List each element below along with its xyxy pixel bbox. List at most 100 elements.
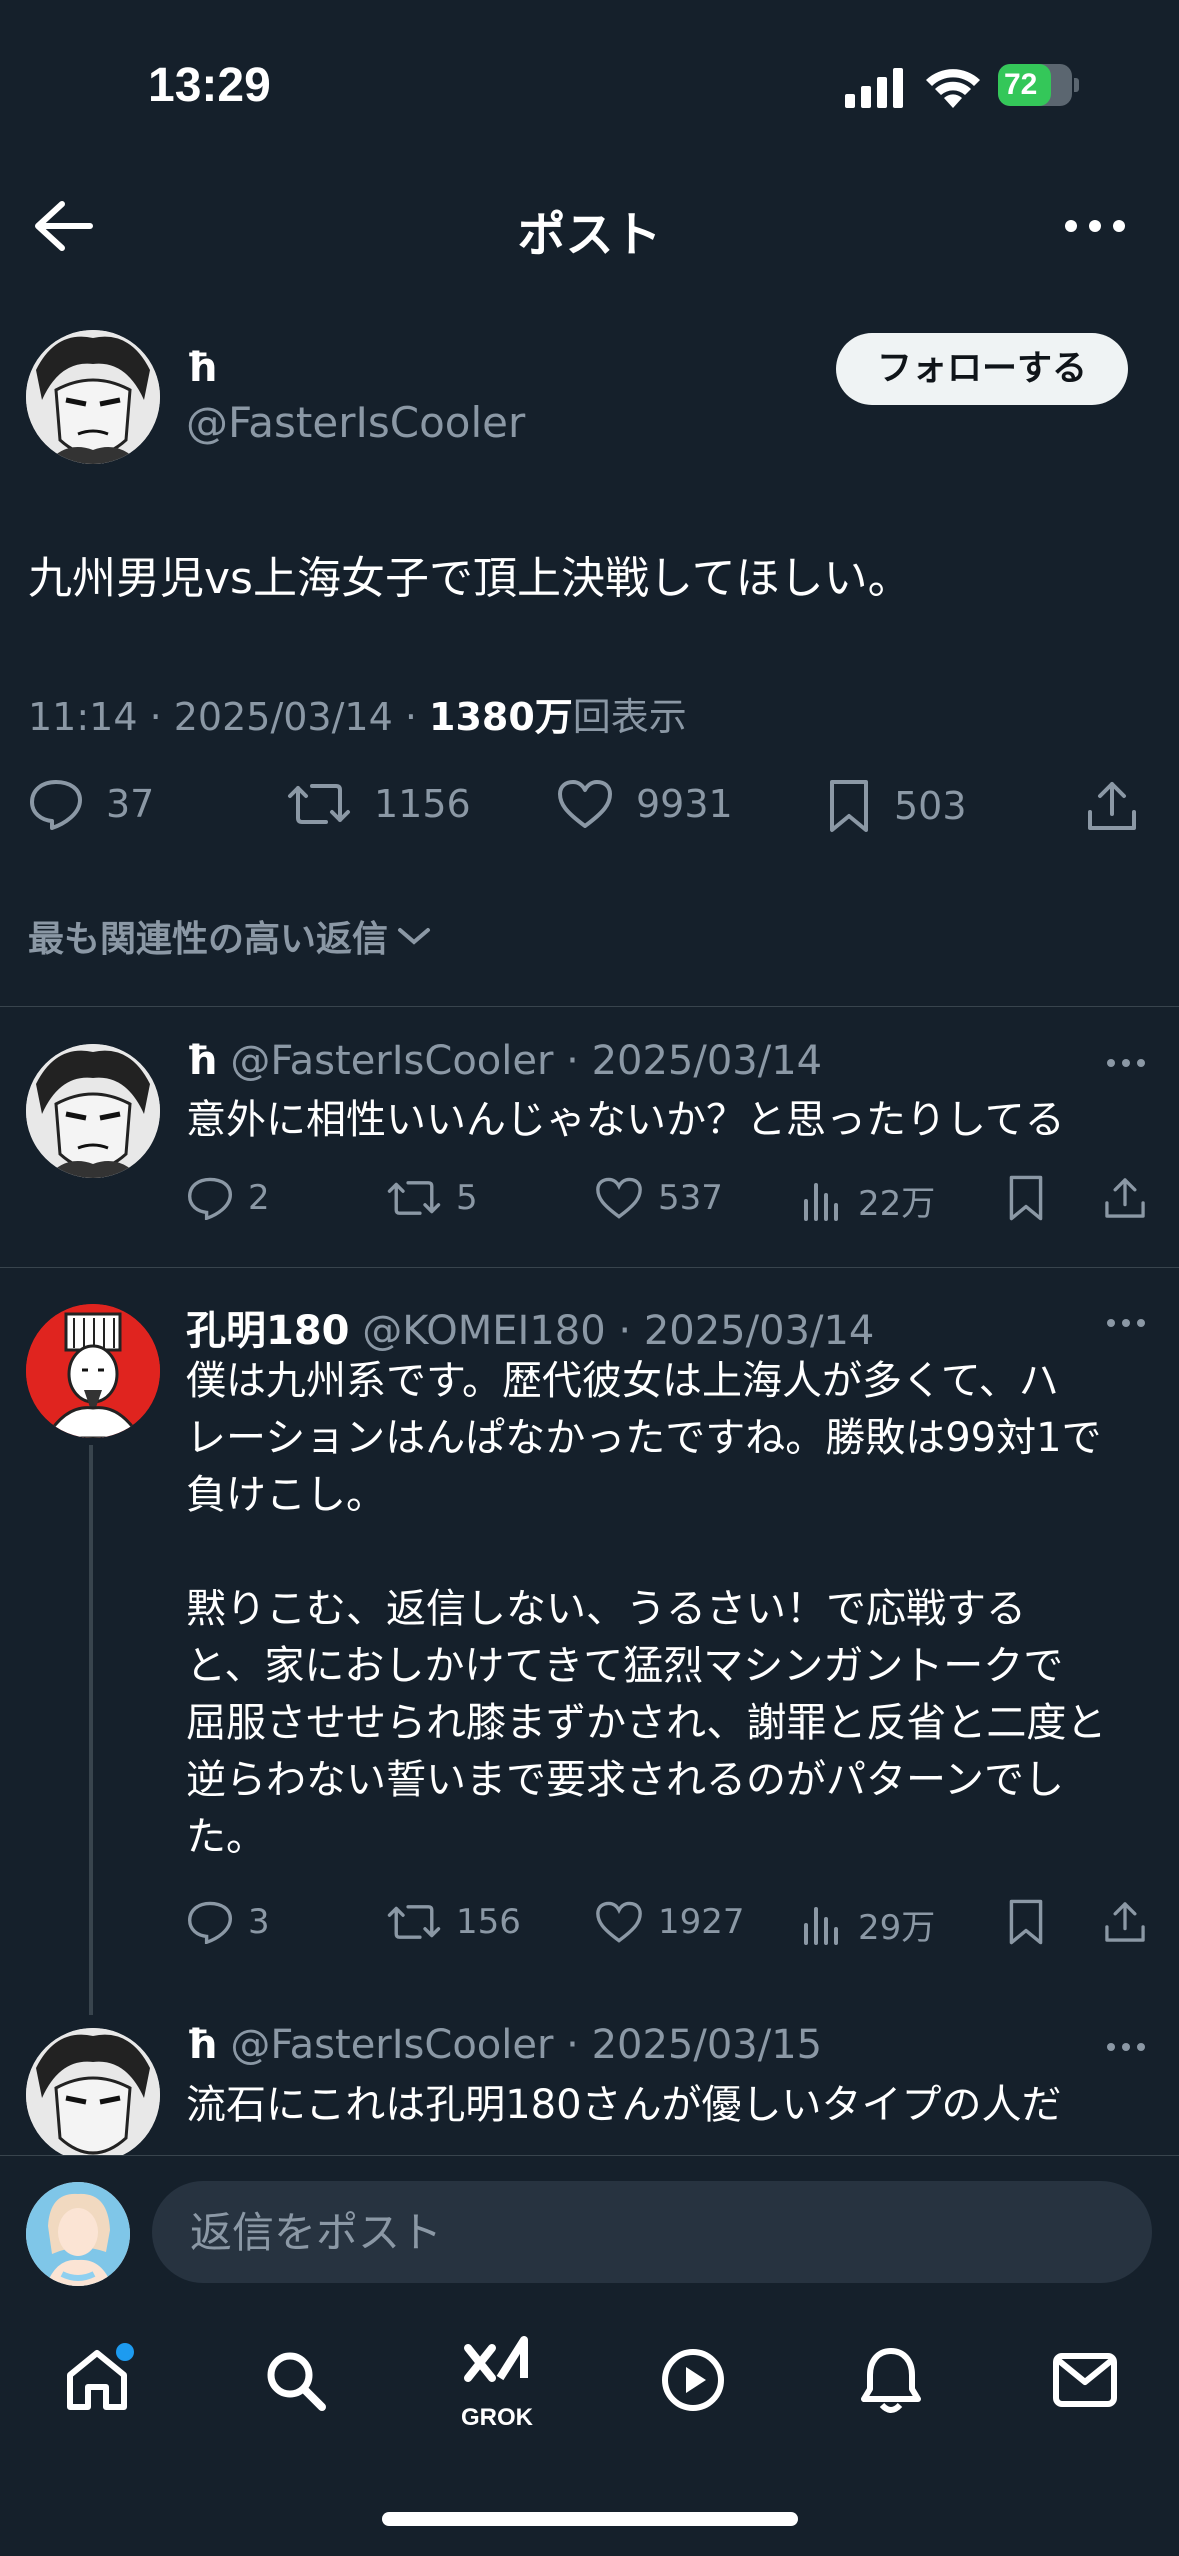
reply-icon: [187, 1901, 233, 1944]
bookmark-icon: [1009, 1175, 1043, 1221]
author-handle[interactable]: @FasterIsCooler: [186, 398, 525, 447]
page-title: ポスト: [517, 207, 662, 263]
like-button[interactable]: 9931: [556, 778, 733, 830]
post-timestamp: 11:14 · 2025/03/14 ·: [28, 695, 430, 739]
reply-author-handle[interactable]: @FasterIsCooler: [230, 2022, 553, 2068]
like-count: 537: [658, 1178, 723, 1218]
share-icon: [1105, 1902, 1145, 1942]
reply-text: 僕は九州系です。歴代彼女は上海人が多くて、ハ レーションはんぱなかったですね。勝…: [186, 1353, 1106, 1866]
post-text: 九州男児vs上海女子で頂上決戦してほしい。: [28, 553, 912, 604]
reply-date: · 2025/03/14: [566, 1038, 823, 1084]
more-options-icon[interactable]: [1060, 208, 1130, 244]
reply-text-line: 屈服させせられ膝まずかされ、謝罪と反省と二度と: [186, 1700, 1107, 1746]
post-meta: 11:14 · 2025/03/14 · 1380万回表示: [28, 686, 687, 741]
tab-messages[interactable]: [1040, 2330, 1130, 2430]
reply-count: 2: [248, 1178, 270, 1218]
reply-button[interactable]: 3: [186, 1900, 270, 1944]
share-button[interactable]: [1084, 778, 1140, 834]
manga-face-avatar-icon: [26, 1044, 160, 1178]
reply-author-name[interactable]: 孔明180: [186, 1308, 350, 1354]
reply-input[interactable]: [152, 2181, 1152, 2283]
avatar[interactable]: [26, 1044, 160, 1178]
reply-text-line: 僕は九州系です。歴代彼女は上海人が多くて、ハ: [186, 1358, 1059, 1404]
avatar[interactable]: [26, 1304, 160, 1438]
bookmark-count: 503: [894, 784, 967, 828]
reply-text-line: レーションはんぱなかったですね。勝敗は99対1で: [186, 1415, 1102, 1461]
tab-search[interactable]: [250, 2330, 340, 2430]
reply-author-name[interactable]: ħ: [186, 1038, 218, 1084]
reply-count: 3: [248, 1902, 270, 1942]
more-options-icon[interactable]: [1104, 2040, 1148, 2054]
repost-icon: [288, 784, 350, 824]
share-button[interactable]: [1102, 1174, 1148, 1222]
kongming-avatar-icon: [26, 1304, 160, 1438]
divider: [0, 1267, 1179, 1268]
notification-dot: [116, 2343, 134, 2361]
status-time: 13:29: [148, 59, 271, 112]
more-options-icon[interactable]: [1104, 1056, 1148, 1070]
analytics-icon: [804, 1906, 838, 1945]
like-count: 1927: [658, 1902, 745, 1942]
reply-text-line: 逆らわない誓いまで要求されるのがパターンでし: [186, 1757, 1064, 1803]
repost-icon: [387, 1181, 441, 1215]
views-button[interactable]: 29万: [800, 1900, 935, 1949]
tab-notifications[interactable]: [846, 2330, 936, 2430]
reply-date: · 2025/03/15: [566, 2022, 823, 2068]
like-button[interactable]: 537: [594, 1176, 723, 1220]
reply-button[interactable]: 2: [186, 1176, 270, 1220]
mail-icon: [1053, 2353, 1117, 2407]
bookmark-button[interactable]: [1006, 1898, 1046, 1946]
repost-button[interactable]: 156: [386, 1900, 521, 1944]
bookmark-icon: [1009, 1899, 1043, 1945]
wifi-icon: [926, 69, 980, 108]
heart-icon: [596, 1901, 642, 1943]
views-button[interactable]: 22万: [800, 1176, 935, 1225]
reply-sort-label: 最も関連性の高い返信: [28, 919, 389, 960]
reply-author-handle[interactable]: @FasterIsCooler: [230, 1038, 553, 1084]
thread-line: [89, 1445, 93, 2015]
manga-face-avatar-icon: [26, 2028, 160, 2162]
bookmark-button[interactable]: 503: [826, 778, 967, 834]
repost-icon: [387, 1905, 441, 1939]
grok-icon: [464, 2336, 528, 2382]
reply-header: ħ @FasterIsCooler · 2025/03/15: [186, 2022, 822, 2068]
reply-author-handle[interactable]: @KOMEI180: [362, 1308, 605, 1354]
avatar[interactable]: [26, 330, 160, 464]
reply-text-line: と、家におしかけてきて猛烈マシンガントークで: [186, 1643, 1064, 1689]
repost-button[interactable]: 5: [386, 1176, 478, 1220]
repost-count: 156: [456, 1902, 521, 1942]
share-icon: [1088, 782, 1136, 830]
avatar[interactable]: [26, 2028, 160, 2162]
like-button[interactable]: 1927: [594, 1900, 745, 1944]
reply-date: · 2025/03/14: [618, 1308, 875, 1354]
reply-text-line: た。: [186, 1814, 266, 1860]
share-button[interactable]: [1102, 1898, 1148, 1946]
chevron-down-icon: [398, 928, 431, 945]
reply-header: ħ @FasterIsCooler · 2025/03/14: [186, 1038, 822, 1084]
reply-header: 孔明180 @KOMEI180 · 2025/03/14: [186, 1298, 874, 1356]
analytics-icon: [804, 1182, 838, 1221]
manga-face-avatar-icon: [26, 330, 160, 464]
more-options-icon[interactable]: [1104, 1316, 1148, 1330]
view-count: 22万: [858, 1184, 936, 1224]
reply-button[interactable]: 37: [28, 778, 154, 830]
user-photo-avatar-icon: [26, 2182, 130, 2286]
reply-text-line: 黙りこむ、返信しない、うるさい！で応戦する: [186, 1586, 1026, 1632]
reply-sort-dropdown[interactable]: 最も関連性の高い返信: [28, 910, 432, 962]
tab-video[interactable]: [648, 2330, 738, 2430]
reply-author-name[interactable]: ħ: [186, 2022, 218, 2068]
view-count-suffix: 回表示: [572, 695, 687, 739]
battery-percent: 72: [1004, 68, 1038, 101]
reply-icon: [30, 780, 82, 830]
follow-button[interactable]: フォローする: [836, 333, 1128, 405]
divider: [0, 1006, 1179, 1007]
heart-icon: [558, 780, 612, 828]
search-icon: [267, 2352, 326, 2411]
share-icon: [1105, 1178, 1145, 1218]
heart-icon: [596, 1177, 642, 1219]
repost-button[interactable]: 1156: [286, 778, 471, 830]
home-indicator: [382, 2512, 798, 2526]
author-name[interactable]: ħ: [186, 345, 218, 391]
bookmark-button[interactable]: [1006, 1174, 1046, 1222]
my-avatar[interactable]: [26, 2182, 130, 2286]
